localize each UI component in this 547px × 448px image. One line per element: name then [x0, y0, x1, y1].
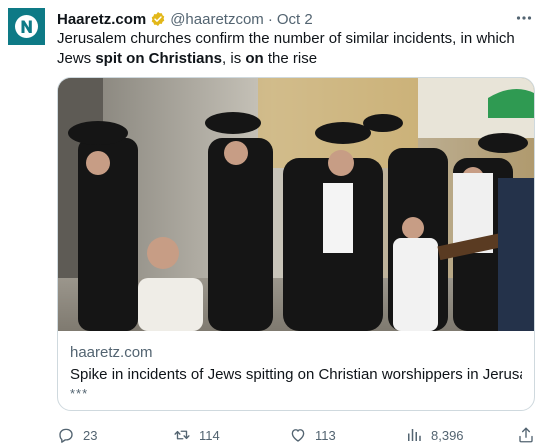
views-chart-icon — [408, 429, 421, 441]
reply-icon — [59, 428, 73, 443]
street-photo — [58, 78, 534, 331]
card-title[interactable]: Spike in incidents of Jews spitting on C… — [70, 366, 522, 383]
haaretz-logo-icon — [8, 8, 45, 45]
repost-icon — [174, 430, 190, 440]
views-count: 8,396 — [431, 427, 464, 443]
more-options-icon[interactable] — [515, 9, 533, 27]
reply-count: 23 — [83, 427, 98, 443]
repost-count: 114 — [199, 427, 220, 443]
tweet-text-bold1: spit on Christians — [95, 50, 223, 67]
views-button[interactable]: 8,396 — [405, 425, 464, 445]
like-button[interactable]: 113 — [289, 425, 336, 445]
gold-verified-badge-icon[interactable] — [150, 11, 166, 27]
share-icon — [519, 427, 533, 443]
link-card[interactable]: haaretz.com Spike in incidents of Jews s… — [57, 77, 535, 411]
tweet[interactable]: Haaretz.com @haaretzcom · Oct 2 Jerusale… — [0, 0, 547, 448]
avatar[interactable] — [8, 8, 45, 45]
repost-button[interactable]: 114 — [173, 425, 220, 445]
tweet-text-bold2: on — [245, 50, 264, 67]
like-count: 113 — [315, 427, 336, 443]
card-image[interactable] — [58, 78, 534, 331]
card-domain[interactable]: haaretz.com — [70, 344, 153, 361]
reply-button[interactable]: 23 — [57, 425, 97, 445]
action-bar: 23 114 113 8,396 — [57, 425, 537, 447]
tweet-header: Haaretz.com @haaretzcom · Oct 2 — [57, 9, 533, 29]
separator-dot: · — [267, 10, 273, 28]
tweet-date[interactable]: Oct 2 — [277, 11, 313, 28]
tweet-text-part2: , is — [222, 50, 246, 67]
tweet-text-part3: the rise — [263, 50, 318, 67]
heart-icon — [291, 429, 305, 442]
tweet-text: Jerusalem churches confirm the number of… — [57, 29, 535, 69]
author-handle[interactable]: @haaretzcom — [170, 11, 264, 28]
card-description: *** — [70, 386, 89, 401]
author-name[interactable]: Haaretz.com — [57, 11, 146, 28]
share-button[interactable] — [517, 425, 535, 445]
